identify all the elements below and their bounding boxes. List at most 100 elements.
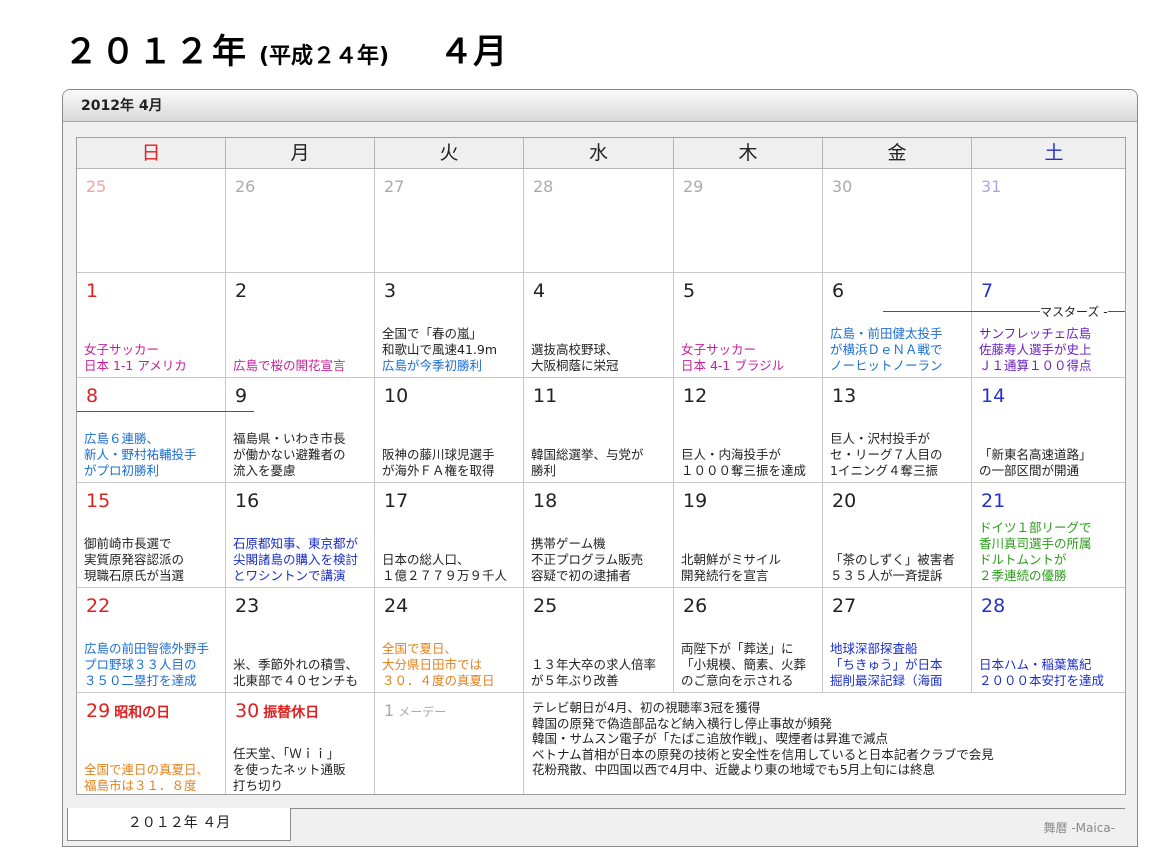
day-cell[interactable]: 16 石原都知事、東京都が 尖閣諸島の購入を検討 とワシントンで講演 (226, 483, 375, 588)
event-list: 選抜高校野球、 大阪桐蔭に栄冠 (531, 342, 673, 374)
event-line: 1イニング４奪三振 (830, 463, 938, 478)
event-list: 石原都知事、東京都が 尖閣諸島の購入を検討 とワシントンで講演 (233, 536, 374, 584)
day-cell[interactable]: 2 広島で桜の開花宣言 (226, 273, 375, 378)
day-cell[interactable]: 25 (77, 169, 226, 273)
day-number-text: 6 (832, 280, 845, 302)
event-list: 全国で「春の嵐」 和歌山で風速41.9m 広島が今季初勝利 (382, 326, 523, 374)
event-line: 広島・前田健太投手 (830, 326, 943, 341)
day-cell[interactable]: 25 １３年大卒の求人倍率 が５年ぶり改善 (524, 588, 674, 693)
day-number: 13 (832, 385, 856, 407)
event-list: 女子サッカー 日本 1-1 アメリカ (84, 342, 225, 374)
day-cell[interactable]: 1 女子サッカー 日本 1-1 アメリカ (77, 273, 226, 378)
day-number-text: 30 (832, 177, 853, 196)
heading-year: ２０１２年 (64, 32, 249, 72)
day-cell[interactable]: 24 全国で夏日、 大分県日田市では ３０．４度の真夏日 (375, 588, 524, 693)
event-line: が働かない避難者の (233, 447, 346, 462)
day-number: 1 メーデー (384, 701, 446, 720)
brand-label: 舞暦 -Maica- (1043, 821, 1115, 835)
day-cell[interactable]: 15 御前崎市長選で 実質原発容認派の 現職石原氏が当選 (77, 483, 226, 588)
day-cell[interactable]: 6 広島・前田健太投手 が横浜ＤｅＮＡ戦で ノーヒットノーラン (823, 273, 972, 378)
day-number: 20 (832, 490, 856, 512)
event-list: 全国で夏日、 大分県日田市では ３０．４度の真夏日 (382, 641, 523, 689)
day-cell[interactable]: 14 「新東名高速道路」 の一部区間が開通 (972, 378, 1125, 483)
day-number-text: 15 (86, 490, 111, 512)
day-cell[interactable]: 26 (226, 169, 375, 273)
day-number-text: 17 (384, 490, 409, 512)
day-number-text: 28 (981, 595, 1006, 617)
day-cell[interactable]: 21 ドイツ１部リーグで 香川真司選手の所属 ドルトムントが ２季連続の優勝 (972, 483, 1125, 588)
day-cell[interactable]: 28 日本ハム・稲葉篤紀 ２０００本安打を達成 (972, 588, 1125, 693)
day-cell[interactable]: 29 (674, 169, 823, 273)
event-line: のご意向を示される (681, 673, 794, 688)
event-line: 「新東名高速道路」 (979, 447, 1092, 462)
holiday-label: メーデー (398, 705, 447, 719)
day-number: 9 (235, 385, 247, 407)
day-cell[interactable]: 27 (375, 169, 524, 273)
day-cell[interactable]: 13 巨人・沢村投手が セ・リーグ７人目の 1イニング４奪三振 (823, 378, 972, 483)
event-line: ドルトムントが (979, 552, 1067, 567)
event-list: 韓国総選挙、与党が 勝利 (531, 447, 673, 479)
day-cell[interactable]: 8 広島６連勝、 新人・野村祐輔投手 がプロ初勝利 (77, 378, 226, 483)
day-number-text: 4 (533, 280, 546, 302)
event-line: 韓国総選挙、与党が (531, 447, 644, 462)
day-number-text: 1 (86, 280, 99, 302)
day-cell[interactable]: 11 韓国総選挙、与党が 勝利 (524, 378, 674, 483)
day-cell[interactable]: 31 (972, 169, 1125, 273)
day-number: 14 (981, 385, 1005, 407)
day-cell[interactable]: 26 両陛下が「葬送」に 「小規模、簡素、火葬 のご意向を示される (674, 588, 823, 693)
event-list: 広島６連勝、 新人・野村祐輔投手 がプロ初勝利 (84, 431, 225, 479)
month-news-item: 韓国・サムスン電子が「たばこ追放作戦」、喫煙者は昇進で減点 (532, 731, 889, 746)
event-list: 両陛下が「葬送」に 「小規模、簡素、火葬 のご意向を示される (681, 641, 822, 689)
event-list: 日本ハム・稲葉篤紀 ２０００本安打を達成 (979, 657, 1125, 689)
tab-label: ２０１２年 ４月 (127, 815, 231, 831)
day-number-text: 25 (533, 595, 558, 617)
event-line: １３年大卒の求人倍率 (531, 657, 657, 672)
day-number: 30 振替休日 (235, 700, 319, 722)
event-list: 広島・前田健太投手 が横浜ＤｅＮＡ戦で ノーヒットノーラン (830, 326, 971, 374)
day-cell[interactable]: 27 地球深部探査船 「ちきゅう」が日本 掘削最深記録（海面 (823, 588, 972, 693)
day-cell[interactable]: 1 メーデー (375, 693, 524, 794)
day-number: 6 (832, 280, 844, 302)
day-cell[interactable]: 20 「茶のしずく」被害者 ５３５人が一斉提訴 (823, 483, 972, 588)
tab-current-month[interactable]: ２０１２年 ４月 (67, 808, 291, 841)
day-cell[interactable]: 30 振替休日 任天堂、「Ｗｉｉ」 を使ったネット通販 打ち切り (226, 693, 375, 794)
day-cell[interactable]: 5 女子サッカー 日本 4-1 ブラジル (674, 273, 823, 378)
month-news-item: 花粉飛散、中四国以西で4月中、近畿より東の地域でも5月上旬には終息 (532, 762, 936, 777)
event-line: 全国で夏日、 (382, 641, 458, 656)
weekday-header-1: 月 (226, 138, 375, 169)
day-cell[interactable]: 4 選抜高校野球、 大阪桐蔭に栄冠 (524, 273, 674, 378)
day-number-text: 26 (683, 595, 708, 617)
event-line: 広島で桜の開花宣言 (233, 358, 346, 373)
day-cell[interactable]: 30 (823, 169, 972, 273)
day-cell[interactable]: 9 福島県・いわき市長 が働かない避難者の 流入を憂慮 (226, 378, 375, 483)
event-line: 新人・野村祐輔投手 (84, 447, 197, 462)
day-number: 22 (86, 595, 110, 617)
day-cell[interactable]: 7 サンフレッチェ広島 佐藤寿人選手が史上 Ｊ１通算１００得点 (972, 273, 1125, 378)
day-cell[interactable]: 12 巨人・内海投手が １０００奪三振を達成 (674, 378, 823, 483)
window-titlebar[interactable]: 2012年 4月 (63, 90, 1137, 122)
day-cell[interactable]: 28 (524, 169, 674, 273)
day-number: 28 (981, 595, 1005, 617)
day-cell[interactable]: 29 昭和の日 全国で連日の真夏日、 福島市は３１．８度 (77, 693, 226, 794)
multiday-event-bar-continued[interactable] (77, 411, 254, 412)
event-line: 勝利 (531, 463, 557, 478)
event-list: 女子サッカー 日本 4-1 ブラジル (681, 342, 822, 374)
day-number-text: 30 (235, 700, 260, 722)
day-number: 25 (533, 595, 557, 617)
day-cell[interactable]: 18 携帯ゲーム機 不正プログラム販売 容疑で初の逮捕者 (524, 483, 674, 588)
day-number-text: 31 (981, 177, 1002, 196)
day-cell[interactable]: 23 米、季節外れの積雪、 北東部で４０センチも (226, 588, 375, 693)
day-cell[interactable]: 10 阪神の藤川球児選手 が海外ＦＡ権を取得 (375, 378, 524, 483)
day-number: 3 (384, 280, 396, 302)
day-cell[interactable]: 3 全国で「春の嵐」 和歌山で風速41.9m 広島が今季初勝利 (375, 273, 524, 378)
month-news-list: テレビ朝日が4月、初の視聴率3冠を獲得 韓国の原発で偽造部品など納入横行し停止事故… (532, 700, 994, 778)
day-number-text: 19 (683, 490, 708, 512)
event-line: 日本 1-1 アメリカ (84, 358, 187, 373)
event-line: Ｊ１通算１００得点 (979, 358, 1092, 373)
heading-month: ４月 (439, 32, 508, 72)
day-cell[interactable]: 19 北朝鮮がミサイル 開発続行を宣言 (674, 483, 823, 588)
day-cell[interactable]: 22 広島の前田智徳外野手 プロ野球３３人目の ３５０二塁打を達成 (77, 588, 226, 693)
event-line: 女子サッカー (84, 342, 160, 357)
day-number-text: 24 (384, 595, 409, 617)
day-cell[interactable]: 17 日本の総人口、 １億２７７９万９千人 (375, 483, 524, 588)
